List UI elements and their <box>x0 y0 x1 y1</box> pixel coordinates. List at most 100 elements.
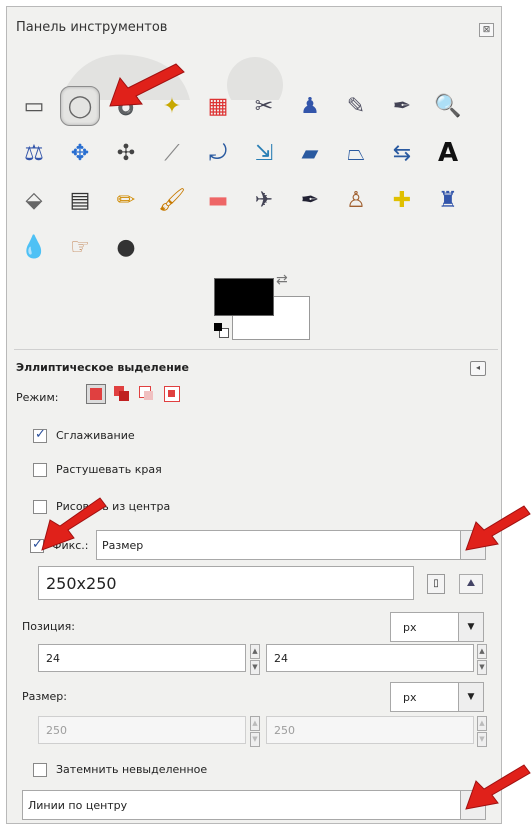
antialias-label: Сглаживание <box>56 429 135 442</box>
ellipse-select-tool-button[interactable]: ◯ <box>60 86 100 126</box>
rotate-tool-button[interactable]: ⤾ <box>198 133 238 173</box>
size-h-spinner[interactable]: ▲ ▼ <box>477 716 487 747</box>
blur-tool-button[interactable]: 💧 <box>14 227 54 267</box>
blend-tool-button[interactable]: ▤ <box>60 180 100 220</box>
color-picker-tool-button[interactable]: ✒ <box>382 86 422 126</box>
color-swatches[interactable]: ⇄ <box>214 272 310 348</box>
scale-tool-button[interactable]: ⇲ <box>244 133 284 173</box>
pencil-tool-button[interactable]: ✏ <box>106 180 146 220</box>
foreground-color-swatch[interactable] <box>214 278 274 316</box>
mode-subtract-button[interactable] <box>137 384 157 404</box>
crop-icon: ⟋ <box>164 140 180 166</box>
perspective-clone-icon: ♜ <box>438 187 458 213</box>
position-unit-dropdown[interactable]: px ▼ <box>390 612 484 642</box>
mode-add-button[interactable] <box>112 384 132 404</box>
guides-value: Линии по центру <box>28 799 128 812</box>
text-tool-button[interactable]: A <box>428 133 468 173</box>
dodge-burn-tool-button[interactable]: ● <box>106 227 146 267</box>
perspective-tool-button[interactable]: ⏢ <box>336 133 376 173</box>
position-x-spinner[interactable]: ▲ ▼ <box>250 644 260 675</box>
size-w-input[interactable]: 250 <box>38 716 246 744</box>
paintbrush-tool-button[interactable]: 🖌 <box>152 180 192 220</box>
annotation-arrow <box>109 63 185 107</box>
size-h-value: 250 <box>274 724 295 737</box>
position-x-value: 24 <box>46 652 60 665</box>
close-icon[interactable]: ⊠ <box>479 23 494 37</box>
feather-checkbox[interactable] <box>33 463 47 477</box>
position-label: Позиция: <box>22 620 75 633</box>
smudge-tool-button[interactable]: ☞ <box>60 227 100 267</box>
feather-label: Растушевать края <box>56 463 162 476</box>
landscape-icon[interactable]: ⛰ <box>459 574 483 594</box>
swap-colors-icon[interactable]: ⇄ <box>276 272 288 288</box>
default-colors-fg-icon[interactable] <box>214 323 222 331</box>
mode-replace-icon <box>90 388 102 400</box>
fixed-mode-value: Размер <box>102 539 144 552</box>
rect-select-tool-button[interactable]: ▭ <box>14 86 54 126</box>
fixed-size-value: 250x250 <box>46 574 117 593</box>
paths-icon: ✎ <box>346 93 366 119</box>
clone-icon: ♙ <box>346 187 366 213</box>
text-icon: A <box>437 138 459 168</box>
highlight-label: Затемнить невыделенное <box>56 763 208 776</box>
heal-tool-button[interactable]: ✚ <box>382 180 422 220</box>
ink-tool-button[interactable]: ✒ <box>290 180 330 220</box>
foreground-select-tool-button[interactable]: ♟ <box>290 86 330 126</box>
eraser-icon: ▬ <box>207 187 229 213</box>
highlight-checkbox[interactable] <box>33 763 47 777</box>
position-x-input[interactable]: 24 <box>38 644 246 672</box>
align-tool-button[interactable]: ✣ <box>106 133 146 173</box>
move-tool-button[interactable]: ✥ <box>60 133 100 173</box>
perspective-clone-tool-button[interactable]: ♜ <box>428 180 468 220</box>
flip-icon: ⇆ <box>392 140 412 166</box>
rect-select-icon: ▭ <box>23 93 45 119</box>
flip-tool-button[interactable]: ⇆ <box>382 133 422 173</box>
annotation-arrow <box>465 764 531 810</box>
eraser-tool-button[interactable]: ▬ <box>198 180 238 220</box>
scissors-icon: ✂ <box>254 93 274 119</box>
shear-tool-button[interactable]: ▰ <box>290 133 330 173</box>
chevron-down-icon[interactable]: ▼ <box>458 683 483 711</box>
paths-tool-button[interactable]: ✎ <box>336 86 376 126</box>
heal-icon: ✚ <box>392 187 412 213</box>
bucket-fill-icon: ⬙ <box>25 187 43 213</box>
size-label: Размер: <box>22 690 67 703</box>
panel-title: Панель инструментов <box>16 20 168 35</box>
size-w-value: 250 <box>46 724 67 737</box>
divider <box>14 349 498 350</box>
scale-icon: ⇲ <box>254 140 274 166</box>
size-h-input[interactable]: 250 <box>266 716 474 744</box>
fixed-mode-dropdown[interactable]: Размер ▼ <box>96 530 486 560</box>
tool-grid: ▭ ◯ ➰ ✦ ▦ ✂ ♟ ✎ ✒ 🔍 ⚖ ✥ ✣ ⟋ ⤾ ⇲ ▰ ⏢ ⇆ A ⬙ ▤ ✏ 🖌 ▬ ✈ ✒ ♙ ✚ ♜ 💧 ☞ ● <box>14 86 494 276</box>
position-y-value: 24 <box>274 652 288 665</box>
ink-icon: ✒ <box>300 187 320 213</box>
position-y-input[interactable]: 24 <box>266 644 474 672</box>
aspect-toggle-icon[interactable]: ▯ <box>427 574 445 594</box>
position-unit-value: px <box>403 621 417 634</box>
fixed-size-input[interactable]: 250x250 <box>38 566 414 600</box>
guides-dropdown[interactable]: Линии по центру ▼ <box>22 790 486 820</box>
scissors-tool-button[interactable]: ✂ <box>244 86 284 126</box>
mode-intersect-button[interactable] <box>162 384 182 404</box>
paintbrush-icon: 🖌 <box>158 187 186 213</box>
position-y-spinner[interactable]: ▲ ▼ <box>477 644 487 675</box>
move-icon: ✥ <box>70 140 90 166</box>
size-w-spinner[interactable]: ▲ ▼ <box>250 716 260 747</box>
smudge-icon: ☞ <box>70 234 90 260</box>
select-by-color-tool-button[interactable]: ▦ <box>198 86 238 126</box>
pencil-icon: ✏ <box>116 187 136 213</box>
chevron-down-icon[interactable]: ▼ <box>458 613 483 641</box>
size-unit-dropdown[interactable]: px ▼ <box>390 682 484 712</box>
zoom-tool-button[interactable]: 🔍 <box>428 86 468 126</box>
blur-icon: 💧 <box>20 234 48 260</box>
measure-tool-button[interactable]: ⚖ <box>14 133 54 173</box>
dodge-burn-icon: ● <box>116 234 136 260</box>
airbrush-tool-button[interactable]: ✈ <box>244 180 284 220</box>
blend-icon: ▤ <box>69 187 91 213</box>
mode-replace-button[interactable] <box>86 384 106 404</box>
clone-tool-button[interactable]: ♙ <box>336 180 376 220</box>
bucket-fill-tool-button[interactable]: ⬙ <box>14 180 54 220</box>
antialias-checkbox[interactable] <box>33 427 47 443</box>
collapse-icon[interactable]: ◂ <box>470 361 486 376</box>
crop-tool-button[interactable]: ⟋ <box>152 133 192 173</box>
